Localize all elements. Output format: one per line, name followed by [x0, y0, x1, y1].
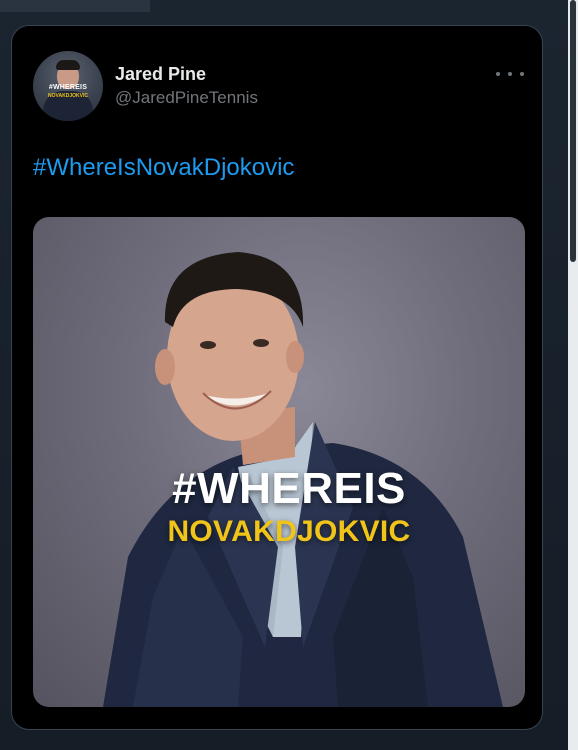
tweet-hashtag-link[interactable]: #WhereIsNovakDjokovic	[33, 154, 294, 182]
media-overlay-headline: #WHEREIS	[172, 464, 406, 513]
tweet-media-image[interactable]: #WHEREIS NOVAKDJOKVIC	[33, 217, 525, 707]
author-name[interactable]: Jared Pine	[115, 64, 206, 85]
tweet-card[interactable]: #WHEREIS NOVAKDJOKVIC Jared Pine @JaredP…	[11, 25, 543, 730]
avatar-text-line2: NOVAKDJOKVIC	[48, 93, 88, 99]
scrollbar[interactable]	[568, 0, 578, 750]
avatar[interactable]: #WHEREIS NOVAKDJOKVIC	[33, 51, 103, 121]
author-handle[interactable]: @JaredPineTennis	[115, 88, 258, 108]
scrollbar-thumb[interactable]	[570, 0, 576, 262]
media-overlay-subheadline: NOVAKDJOKVIC	[167, 515, 411, 548]
avatar-figure-hair	[56, 60, 80, 70]
more-horizontal-icon[interactable]	[496, 66, 524, 82]
avatar-text-line1: #WHEREIS	[48, 84, 88, 91]
top-strip	[0, 0, 150, 12]
media-illustration	[103, 252, 503, 707]
